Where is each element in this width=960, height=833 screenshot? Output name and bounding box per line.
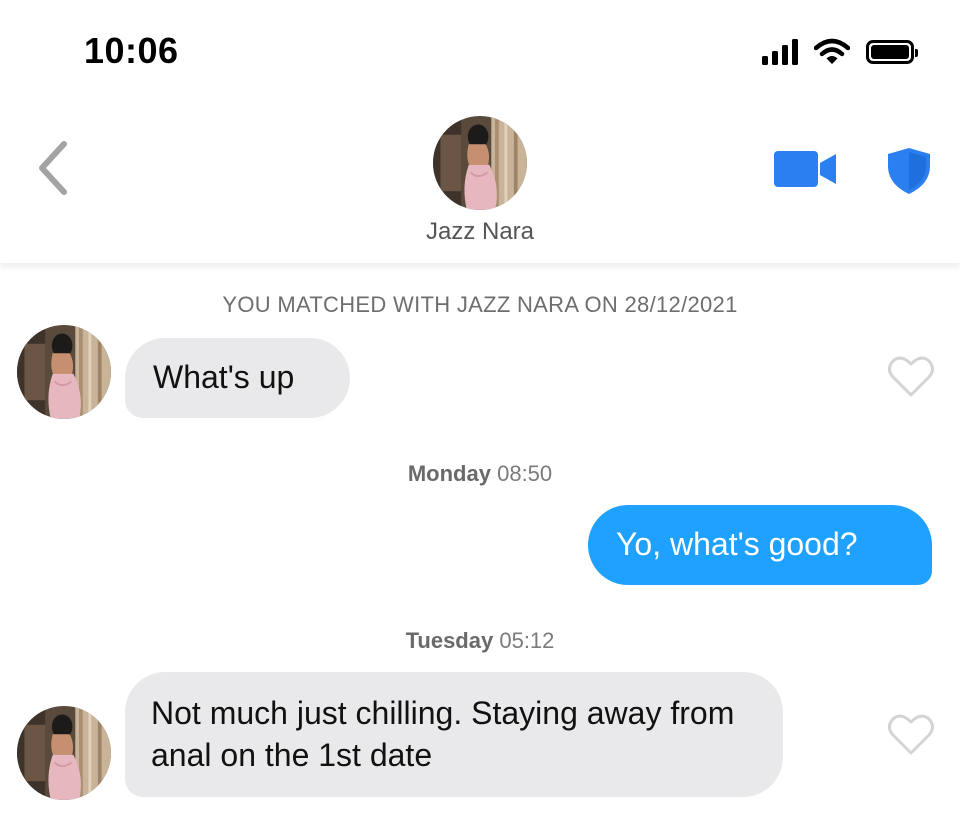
- video-camera-icon: [774, 151, 836, 187]
- like-button[interactable]: [887, 355, 935, 399]
- battery-icon: [866, 40, 918, 64]
- cellular-signal-icon: [762, 39, 798, 65]
- status-time: 10:06: [84, 30, 179, 71]
- timestamp: Monday 08:50: [0, 461, 960, 487]
- status-bar: 10:06: [0, 0, 960, 100]
- heart-icon: [888, 714, 934, 755]
- message-bubble-received[interactable]: What's up: [125, 338, 350, 418]
- contact-name[interactable]: Jazz Nara: [0, 218, 960, 246]
- wifi-icon: [814, 38, 850, 64]
- timestamp-day: Tuesday: [405, 628, 494, 653]
- video-call-button[interactable]: [774, 150, 838, 188]
- like-button[interactable]: [887, 713, 935, 757]
- message-bubble-received[interactable]: Not much just chilling. Staying away fro…: [125, 672, 783, 797]
- timestamp-time: 05:12: [499, 628, 555, 653]
- timestamp-time: 08:50: [497, 461, 553, 486]
- timestamp: Tuesday 05:12: [0, 628, 960, 654]
- timestamp-day: Monday: [407, 461, 491, 486]
- message-bubble-sent[interactable]: Yo, what's good?: [588, 505, 932, 585]
- contact-avatar[interactable]: [433, 116, 527, 210]
- match-banner: YOU MATCHED WITH JAZZ NARA ON 28/12/2021: [222, 292, 738, 317]
- shield-icon: [888, 148, 930, 194]
- back-button[interactable]: [28, 138, 76, 198]
- chevron-left-icon: [39, 141, 67, 195]
- status-icons: [762, 38, 918, 66]
- message-avatar[interactable]: [17, 706, 111, 800]
- chat-header: Jazz Nara: [0, 100, 960, 263]
- message-avatar[interactable]: [17, 325, 111, 419]
- heart-icon: [888, 356, 934, 397]
- safety-button[interactable]: [886, 146, 932, 196]
